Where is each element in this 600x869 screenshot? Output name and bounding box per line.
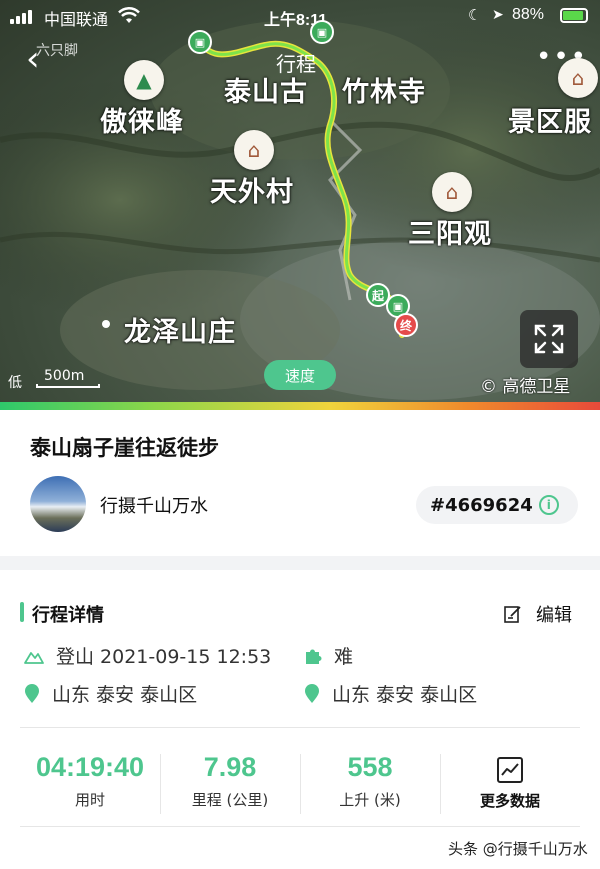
photo-marker-icon[interactable]: ▣ [188,30,212,54]
battery-icon [560,8,588,23]
stat-label: 更多数据 [479,792,540,810]
map-scale: 低 500m [8,368,100,392]
more-data-button[interactable]: 更多数据 [440,752,580,811]
start-location-row: 山东 泰安 泰山区 [24,680,197,707]
scenic-poi-icon[interactable]: ⌂ [558,58,598,98]
stat-value: 04:19:40 [35,752,145,782]
expand-icon [534,324,564,354]
route-header-card: 泰山扇子崖往返徒步 行摄千山万水 #4669624 i [0,410,600,556]
trip-id: #4669624 [430,494,533,516]
start-marker[interactable]: 起 [366,283,390,307]
divider [20,727,580,728]
stat-label: 用时 [74,791,105,809]
start-location: 山东 泰安 泰山区 [52,684,198,706]
wifi-icon [118,7,140,23]
carrier-name: 中国联通 [44,12,109,29]
avatar[interactable] [30,476,86,532]
poi-temple-2: 竹林寺 [342,77,426,108]
poi-temple: 泰山古 [224,77,308,108]
app-brand: 六只脚 [36,43,78,59]
divider [20,826,580,827]
route-title: 泰山扇子崖往返徒步 [30,436,219,460]
mountain-poi-icon[interactable]: ▲ [124,60,164,100]
poi-sanyang-guan: 三阳观 [408,219,492,250]
user-name[interactable]: 行摄千山万水 [100,492,208,518]
speed-gradient-bar [0,402,600,410]
poi-dot-icon [102,320,110,328]
trip-id-badge[interactable]: #4669624 i [416,486,578,524]
photo-marker-icon[interactable]: ▣ [310,20,334,44]
status-bar: 中国联通 上午8:11 ☾ ➤ 88% [0,0,600,32]
poi-scenic: 景区服 [508,107,592,138]
chart-icon [497,757,523,783]
phone-screen: 中国联通 上午8:11 ☾ ➤ 88% 六只脚 ‹ 行程 ••• ▲ 傲徕峰 泰… [0,0,600,869]
section-title: 行程详情 [32,605,104,626]
activity-text: 登山 2021-09-15 12:53 [56,646,272,668]
trip-detail-card: 行程详情 编辑 登山 2021-09-15 12:53 难 山东 泰安 泰山区 … [0,570,600,869]
back-button[interactable]: ‹ [26,42,40,76]
activity-row: 登山 2021-09-15 12:53 [24,642,271,669]
edit-icon [504,606,521,623]
stat-ascent: 558 上升 (米) [300,752,440,810]
info-icon[interactable]: i [538,495,559,515]
location-arrow-icon: ➤ [492,6,504,22]
end-marker[interactable]: 终 [394,313,418,337]
battery-percent: 88% [512,6,545,23]
end-location: 山东 泰安 泰山区 [332,684,478,706]
scale-low-label: 低 [8,375,22,391]
scale-label: 500m [44,368,85,384]
stat-duration: 04:19:40 用时 [20,752,160,810]
building-poi-icon[interactable]: ⌂ [234,130,274,170]
puzzle-icon [306,649,322,664]
watermark: 头条 @行摄千山万水 [448,840,588,858]
mountain-icon [24,651,44,664]
scale-bar [36,384,100,388]
speed-legend-button[interactable]: 速度 [264,360,336,390]
end-location-row: 山东 泰安 泰山区 [304,680,477,707]
end-pin-icon [305,683,319,703]
stat-distance: 7.98 里程 (公里) [160,752,300,810]
start-pin-icon [25,683,39,703]
stat-value: 7.98 [203,752,257,782]
difficulty-text: 难 [334,646,354,668]
stat-value: 558 [347,752,393,782]
poi-aolai-peak: 傲徕峰 [100,107,184,138]
section-accent-bar [20,602,24,622]
poi-tianwai-village: 天外村 [210,177,294,208]
poi-longze: 龙泽山庄 [124,317,236,348]
edit-button[interactable]: 编辑 [504,601,572,627]
difficulty-row: 难 [304,642,353,669]
temple-poi-icon[interactable]: ⌂ [432,172,472,212]
stat-label: 上升 (米) [339,791,401,809]
do-not-disturb-icon: ☾ [468,7,482,24]
fullscreen-button[interactable] [520,310,578,368]
stat-label: 里程 (公里) [191,791,269,809]
route-map[interactable]: 中国联通 上午8:11 ☾ ➤ 88% 六只脚 ‹ 行程 ••• ▲ 傲徕峰 泰… [0,0,600,405]
map-copyright: © 高德卫星 [480,377,571,397]
edit-label: 编辑 [536,605,572,626]
cellular-signal-icon [10,10,36,24]
